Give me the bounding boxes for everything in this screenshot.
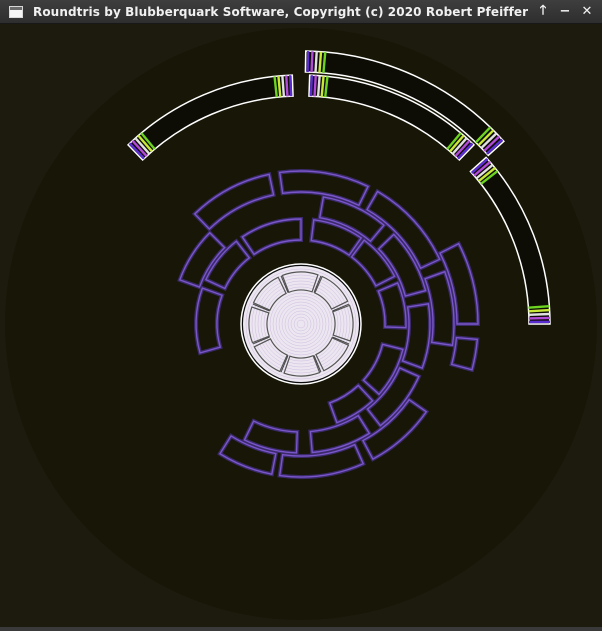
game-window: Roundtris by Blubberquark Software, Copy… (0, 0, 602, 631)
title-bar[interactable]: Roundtris by Blubberquark Software, Copy… (0, 0, 602, 24)
falling-piece-endcap-stripe (310, 51, 314, 73)
game-canvas[interactable] (0, 24, 602, 627)
falling-piece-endcap-stripe (314, 51, 318, 73)
falling-piece-endcap-stripe (288, 75, 293, 97)
falling-piece-endcap-stripe (316, 75, 321, 97)
falling-piece-endcap-stripe (281, 75, 286, 97)
maximize-button[interactable]: 🡑 (532, 1, 554, 23)
falling-piece-endcap-stripe (528, 305, 550, 309)
falling-piece-endcap-stripe (318, 51, 323, 73)
app-window-icon (9, 5, 23, 18)
minimize-button[interactable]: − (554, 1, 576, 23)
window-bottom-border (0, 627, 602, 631)
falling-piece-endcap-stripe (313, 75, 317, 97)
falling-piece-endcap-stripe (528, 316, 550, 320)
window-title: Roundtris by Blubberquark Software, Copy… (33, 4, 529, 19)
falling-piece-endcap-stripe (306, 51, 310, 73)
close-button[interactable]: ✕ (576, 1, 598, 23)
falling-piece-endcap-stripe (528, 308, 550, 313)
falling-piece-endcap-stripe (528, 312, 550, 317)
core-disc (240, 263, 362, 385)
falling-piece-endcap-stripe (285, 75, 289, 97)
game-board[interactable] (0, 24, 602, 627)
falling-piece-endcap-stripe (309, 75, 314, 97)
core-fill (243, 266, 359, 382)
